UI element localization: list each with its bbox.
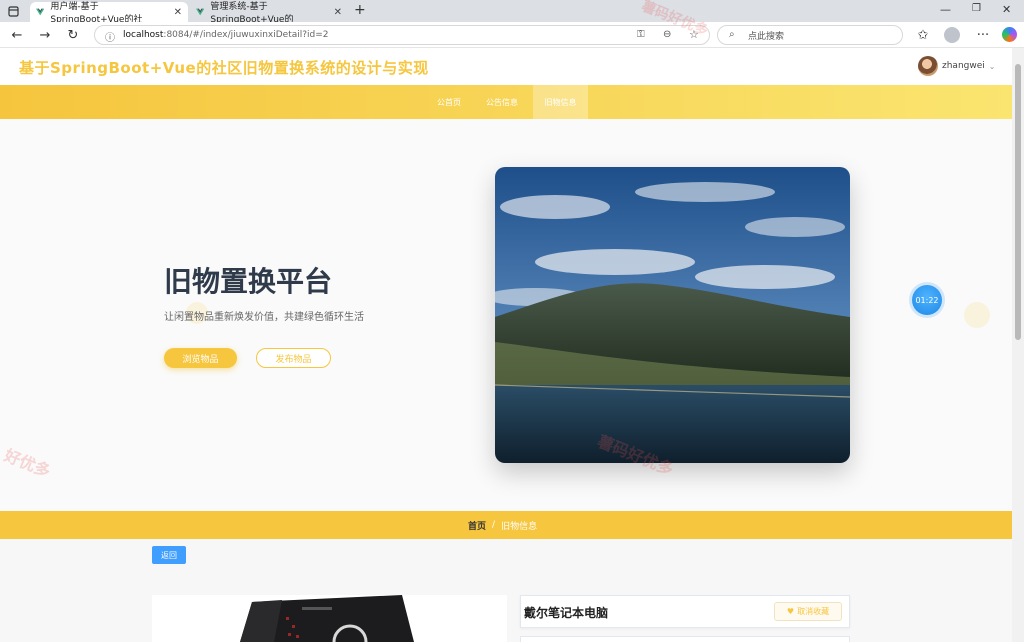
search-icon: ⌕ bbox=[729, 29, 735, 40]
username: zhangwei bbox=[942, 61, 985, 71]
breadcrumb-home[interactable]: 首页 bbox=[468, 519, 486, 532]
site-title: 基于SpringBoot+Vue的社区旧物置换系统的设计与实现 bbox=[19, 59, 429, 77]
unfavorite-button[interactable]: ♥ 取消收藏 bbox=[774, 602, 842, 621]
browser-search-box[interactable]: ⌕ 点此搜索 bbox=[717, 25, 903, 45]
scrollbar-thumb[interactable] bbox=[1015, 64, 1021, 340]
restore-icon[interactable]: ❐ bbox=[972, 3, 981, 14]
item-title: 戴尔笔记本电脑 bbox=[524, 606, 609, 620]
favorites-icon[interactable]: ✩ bbox=[914, 26, 932, 44]
browser-tab-admin[interactable]: 管理系统-基于SpringBoot+Vue的 ✕ bbox=[190, 2, 348, 25]
user-menu[interactable]: zhangwei ⌄ bbox=[918, 56, 995, 76]
publish-item-button[interactable]: 发布物品 bbox=[256, 348, 331, 368]
browser-toolbar: ← → ↻ ⓘ localhost:8084/#/index/jiuwuxinx… bbox=[0, 22, 1024, 48]
nav-item-home[interactable]: 公首页 bbox=[427, 85, 471, 119]
breadcrumb-current: 旧物信息 bbox=[501, 521, 538, 532]
item-image bbox=[152, 595, 507, 642]
search-placeholder: 点此搜索 bbox=[748, 31, 785, 42]
tab-actions-icon[interactable] bbox=[4, 2, 22, 20]
browser-tab-bar: 用户端-基于SpringBoot+Vue的社 ✕ 管理系统-基于SpringBo… bbox=[0, 0, 1024, 25]
new-tab-button[interactable]: + bbox=[354, 2, 366, 18]
profile-icon[interactable] bbox=[944, 27, 960, 43]
hero-title: 旧物置换平台 bbox=[164, 265, 333, 298]
more-menu-icon[interactable]: ··· bbox=[974, 26, 992, 44]
copilot-icon[interactable] bbox=[1002, 27, 1017, 42]
nav-item-used-goods[interactable]: 旧物信息 bbox=[533, 85, 588, 119]
hero-subtitle: 让闲置物品重新焕发价值，共建绿色循环生活 bbox=[164, 312, 364, 323]
browse-items-button[interactable]: 浏览物品 bbox=[164, 348, 237, 368]
info-icon: ⓘ bbox=[105, 33, 115, 44]
avatar bbox=[918, 56, 938, 76]
close-tab-icon[interactable]: ✕ bbox=[334, 7, 342, 18]
heart-icon: ♥ bbox=[786, 607, 795, 616]
breadcrumb-separator: / bbox=[492, 520, 496, 530]
nav-item-notices[interactable]: 公告信息 bbox=[476, 85, 528, 119]
breadcrumb: 首页 / 旧物信息 bbox=[468, 511, 537, 539]
unfavorite-label: 取消收藏 bbox=[797, 607, 830, 616]
browser-tab-user[interactable]: 用户端-基于SpringBoot+Vue的社 ✕ bbox=[30, 2, 188, 25]
item-info-panel bbox=[520, 636, 850, 642]
timer-badge[interactable]: 01:22 bbox=[912, 285, 942, 315]
address-bar[interactable]: ⓘ localhost:8084/#/index/jiuwuxinxiDetai… bbox=[94, 25, 710, 45]
vue-logo-icon bbox=[36, 8, 45, 16]
back-arrow-icon[interactable]: ← bbox=[8, 26, 26, 44]
close-window-icon[interactable]: ✕ bbox=[1002, 3, 1011, 16]
reload-icon[interactable]: ↻ bbox=[64, 26, 82, 44]
zoom-icon[interactable]: ⊖ bbox=[663, 29, 671, 40]
url-host: localhost bbox=[123, 30, 164, 40]
close-tab-icon[interactable]: ✕ bbox=[174, 7, 182, 18]
minimize-icon[interactable]: — bbox=[940, 3, 951, 16]
vue-logo-icon bbox=[196, 8, 205, 16]
key-icon[interactable]: ⚿ bbox=[637, 29, 645, 40]
back-button[interactable]: 返回 bbox=[152, 546, 186, 564]
decor-dot bbox=[964, 302, 990, 328]
chevron-down-icon: ⌄ bbox=[988, 61, 996, 71]
forward-arrow-icon[interactable]: → bbox=[36, 26, 54, 44]
hero-landscape-image bbox=[495, 167, 850, 463]
url-path: :8084/#/index/jiuwuxinxiDetail?id=2 bbox=[163, 30, 329, 40]
